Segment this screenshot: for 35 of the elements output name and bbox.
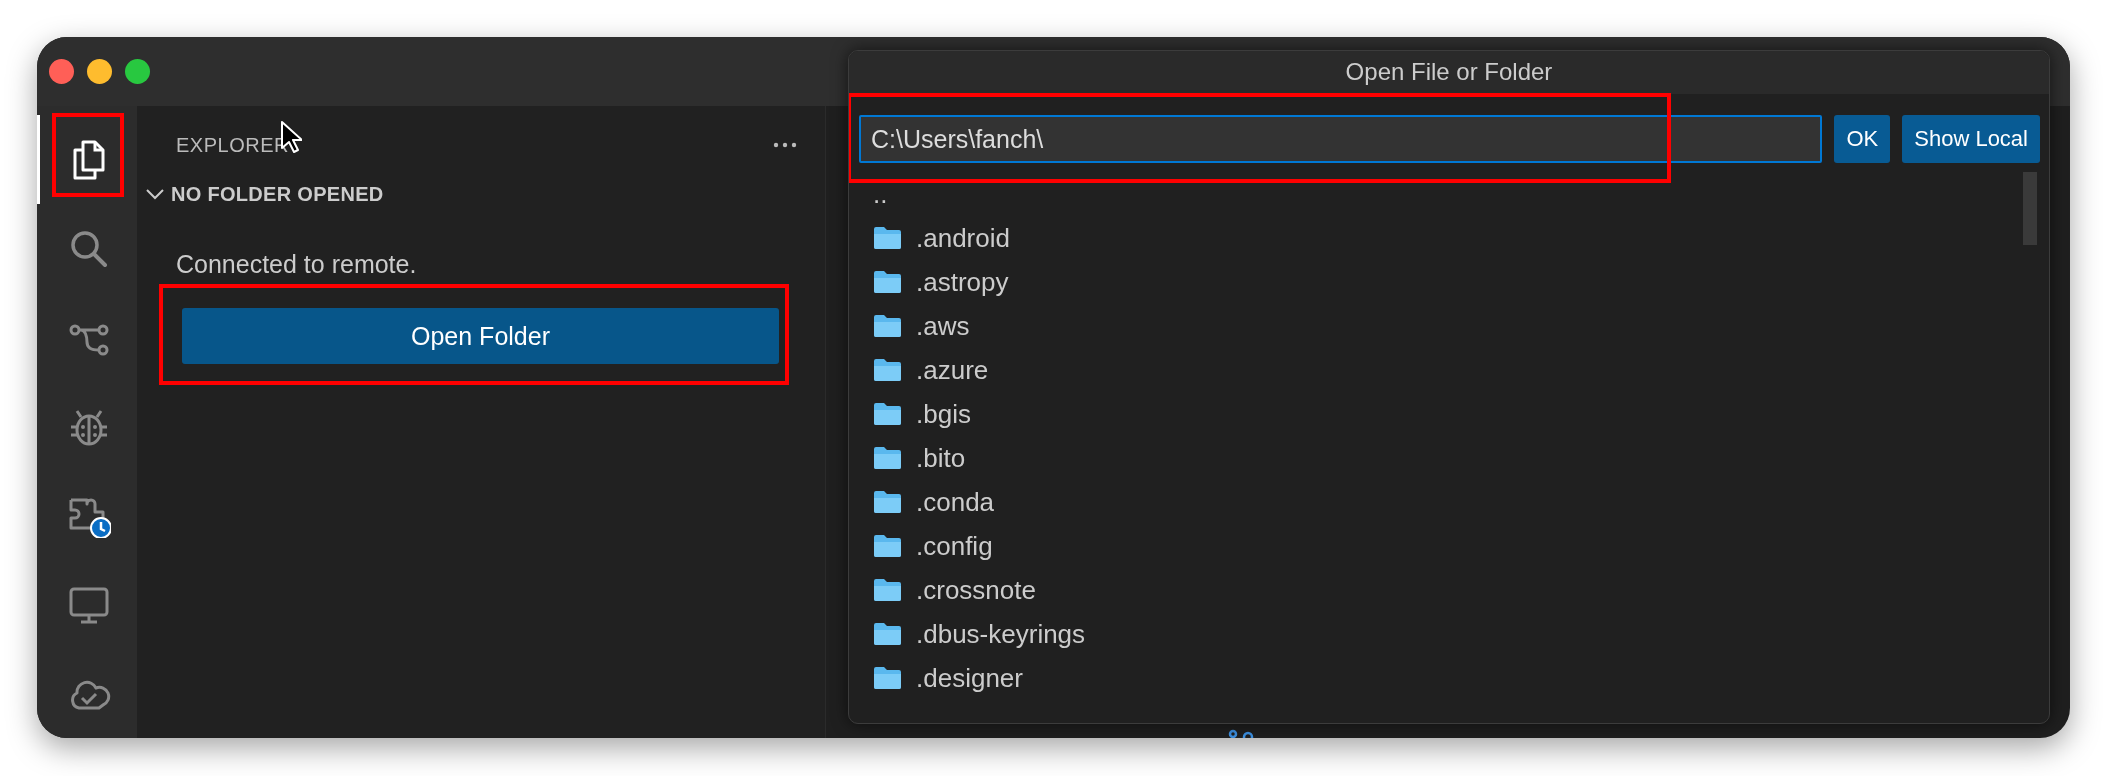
minimize-button[interactable] — [87, 59, 112, 84]
folder-icon — [873, 534, 902, 558]
zoom-button[interactable] — [125, 59, 150, 84]
folder-icon — [873, 622, 902, 646]
folder-icon — [873, 402, 902, 426]
scrollbar-thumb[interactable] — [2023, 172, 2037, 245]
show-local-button[interactable]: Show Local — [1902, 115, 2040, 163]
file-list-item[interactable]: .conda — [849, 480, 2025, 524]
file-list-item[interactable]: .astropy — [849, 260, 2025, 304]
ok-button[interactable]: OK — [1834, 115, 1891, 163]
file-list-item[interactable]: .dbus-keyrings — [849, 612, 2025, 656]
folder-icon — [873, 270, 902, 294]
folder-icon — [873, 666, 902, 690]
file-list-item[interactable]: .bito — [849, 436, 2025, 480]
folder-icon — [873, 578, 902, 602]
folder-icon — [873, 314, 902, 338]
folder-icon — [873, 358, 902, 382]
file-list-item[interactable]: .bgis — [849, 392, 2025, 436]
folder-icon — [873, 226, 902, 250]
file-list-item[interactable]: .aws — [849, 304, 2025, 348]
file-list-item[interactable]: .. — [849, 172, 2025, 216]
section-title: NO FOLDER OPENED — [171, 182, 384, 206]
file-list-item[interactable]: .config — [849, 524, 2025, 568]
folder-icon — [873, 446, 902, 470]
path-input-field[interactable]: C:\Users\fanch\ — [859, 115, 1823, 163]
status-message: Connected to remote. — [175, 249, 418, 279]
file-list-item[interactable]: .crossnote — [849, 568, 2025, 612]
more-icon — [773, 142, 797, 148]
dialog-title: Open File or Folder — [849, 51, 2049, 94]
file-list-item[interactable]: .android — [849, 216, 2025, 260]
folder-icon — [873, 490, 902, 514]
close-button[interactable] — [49, 59, 74, 84]
file-list-item[interactable]: .azure — [849, 348, 2025, 392]
open-folder-button[interactable]: Open Folder — [182, 308, 779, 364]
file-list-item[interactable]: .designer — [849, 656, 2025, 700]
